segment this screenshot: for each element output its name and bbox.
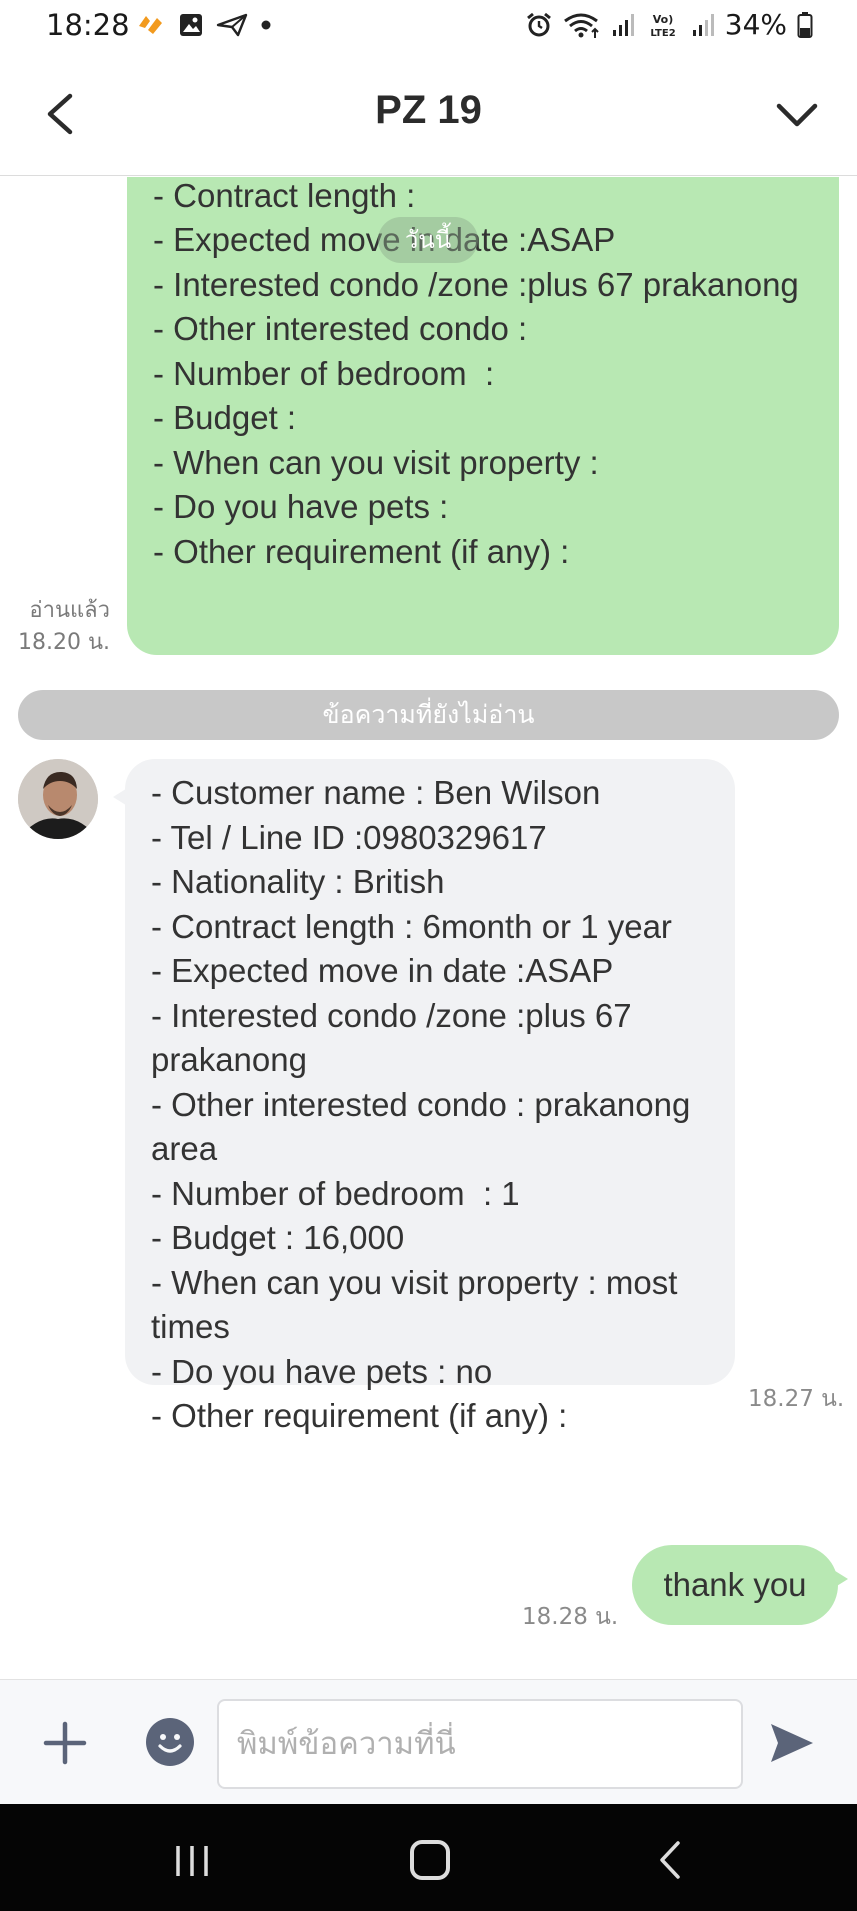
status-bar: 18:28 Vo) LTE2 34%: [0, 0, 857, 52]
avatar[interactable]: [18, 759, 98, 839]
chat-title: PZ 19: [375, 88, 482, 132]
incoming-message-bubble[interactable]: - Customer name : Ben Wilson - Tel / Lin…: [125, 759, 735, 1434]
recent-apps-icon: [176, 1846, 208, 1876]
message-time: 18.27 น.: [748, 1386, 845, 1412]
svg-text:LTE2: LTE2: [650, 28, 675, 39]
message-input-bar: [0, 1679, 857, 1804]
unread-divider: ข้อความที่ยังไม่อ่าน: [18, 690, 839, 740]
system-back-button[interactable]: [656, 1840, 684, 1880]
app-notification-icon: [139, 16, 162, 34]
battery-icon: [797, 11, 813, 38]
status-left-icons: [136, 12, 272, 38]
outgoing-message-bubble[interactable]: - Nationality : - Contract length : - Ex…: [127, 177, 839, 655]
outgoing-bubble-tail: [832, 1569, 848, 1589]
date-chip: วันนี้: [378, 217, 478, 263]
message-time: 18.20 น.: [17, 630, 110, 655]
chat-messages[interactable]: - Nationality : - Contract length : - Ex…: [0, 177, 857, 1679]
message-text: - Customer name : Ben Wilson - Tel / Lin…: [151, 774, 691, 1434]
header-menu-button[interactable]: [773, 94, 821, 138]
battery-percentage: 34%: [724, 8, 787, 41]
message-meta: อ่านแล้ว 18.20 น.: [8, 595, 110, 659]
wifi-icon: [563, 13, 599, 38]
send-button[interactable]: [768, 1720, 816, 1766]
outgoing-message-bubble[interactable]: thank you: [632, 1545, 838, 1625]
status-time: 18:28: [46, 8, 130, 42]
message-input[interactable]: [217, 1699, 743, 1789]
status-right-icons: Vo) LTE2 34%: [525, 8, 813, 41]
chat-header: PZ 19: [0, 52, 857, 176]
avatar-image: [18, 759, 98, 839]
volte-icon: Vo) LTE2: [650, 13, 675, 39]
emoji-button[interactable]: [146, 1718, 194, 1766]
recent-apps-button[interactable]: [172, 1844, 212, 1878]
gallery-icon: [180, 14, 202, 36]
home-button[interactable]: [410, 1840, 450, 1880]
svg-text:Vo): Vo): [653, 13, 674, 26]
dot-icon: [261, 20, 271, 30]
send-icon: [771, 1724, 813, 1762]
signal-icon: [612, 13, 634, 36]
message-text: - Nationality : - Contract length : - Ex…: [153, 177, 799, 570]
read-status: อ่านแล้ว: [29, 598, 110, 623]
chevron-down-icon: [776, 103, 818, 127]
add-attachment-button[interactable]: [40, 1718, 90, 1768]
alarm-icon: [526, 12, 551, 36]
send-icon: [216, 13, 248, 37]
message-time: 18.28 น.: [522, 1604, 619, 1630]
smiley-icon: [158, 1734, 182, 1753]
signal-icon: [692, 13, 714, 36]
back-arrow-icon: [660, 1841, 680, 1879]
plus-icon: [43, 1721, 87, 1765]
system-navigation-bar: [0, 1804, 857, 1911]
